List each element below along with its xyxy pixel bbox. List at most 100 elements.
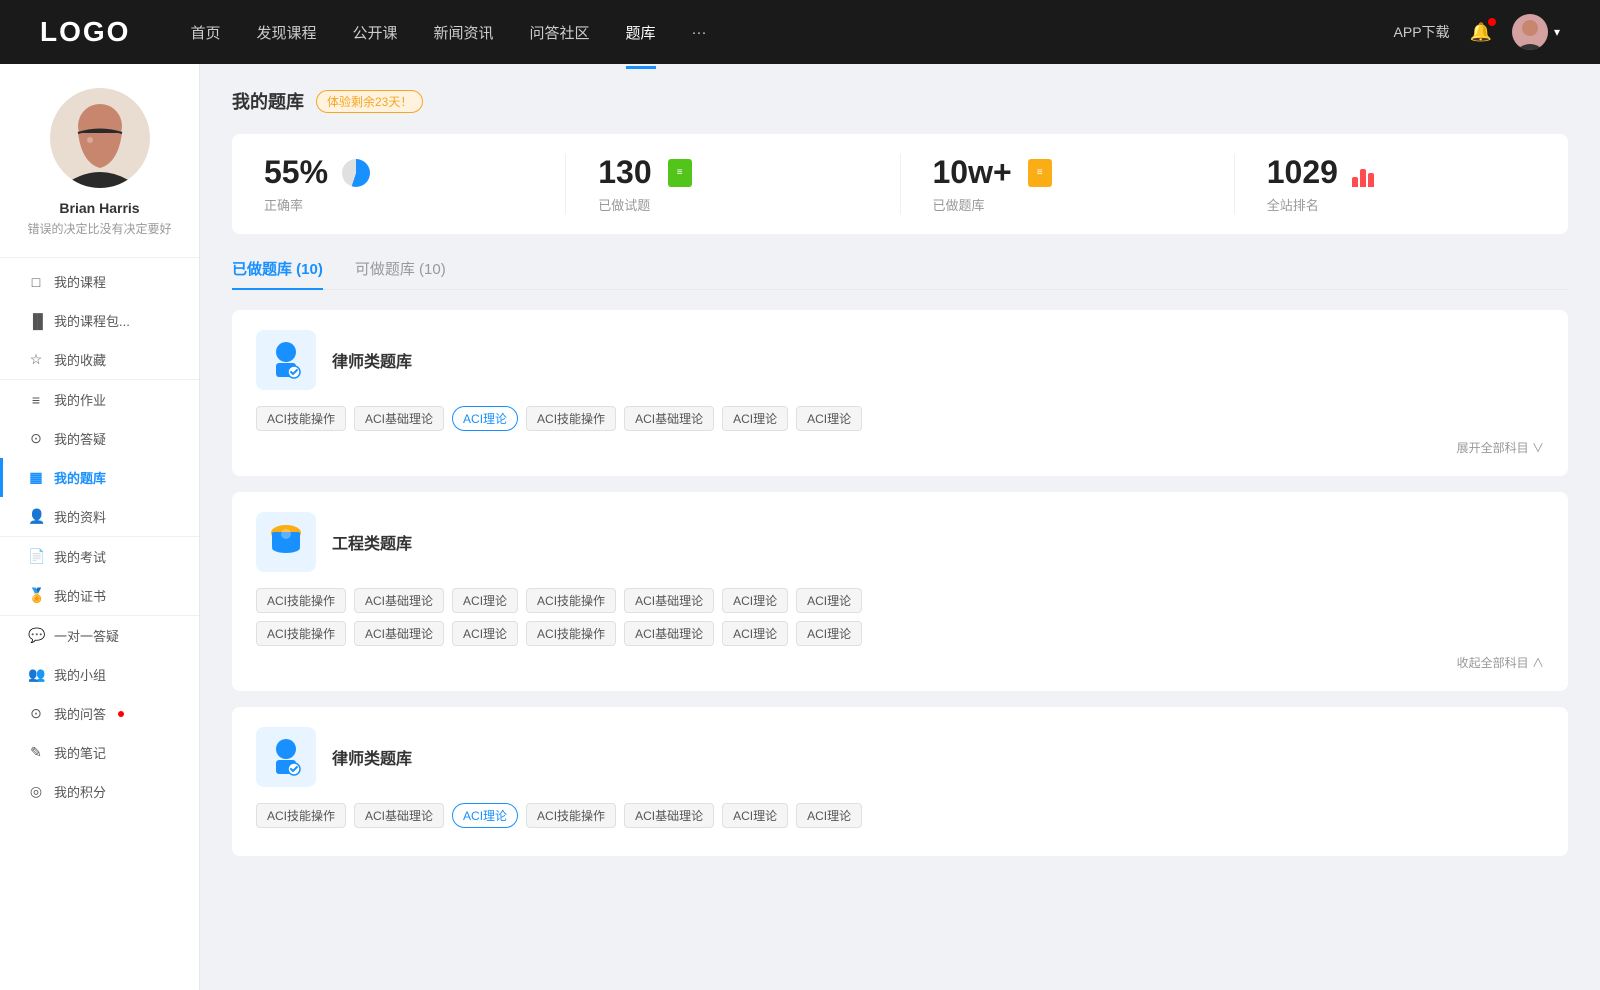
tab-available-banks[interactable]: 可做题库 (10) bbox=[355, 258, 446, 289]
law2-tag-6[interactable]: ACI理论 bbox=[796, 803, 862, 828]
engineer-svg-icon bbox=[264, 520, 308, 564]
done-q-icon: ≡ bbox=[664, 157, 696, 189]
ranking-icon bbox=[1350, 157, 1382, 189]
section-title-row: 我的题库 体验剩余23天！ bbox=[232, 88, 1568, 114]
sidebar-item-label: 我的题库 bbox=[54, 468, 106, 487]
stat-ranking: 1029 全站排名 bbox=[1235, 154, 1568, 214]
sidebar-item-my-favorites[interactable]: ☆ 我的收藏 bbox=[0, 340, 199, 379]
stat-accuracy: 55% 正确率 bbox=[232, 154, 566, 214]
logo[interactable]: LOGO bbox=[40, 16, 130, 48]
sidebar-item-my-profile[interactable]: 👤 我的资料 bbox=[0, 497, 199, 536]
law2-tag-0[interactable]: ACI技能操作 bbox=[256, 803, 346, 828]
bar3 bbox=[1368, 173, 1374, 187]
page-layout: Brian Harris 错误的决定比没有决定要好 □ 我的课程 ▐▌ 我的课程… bbox=[0, 0, 1600, 990]
sidebar-item-my-qa[interactable]: ⊙ 我的答疑 bbox=[0, 419, 199, 458]
stat-done-banks-value: 10w+ bbox=[933, 154, 1012, 191]
bar2 bbox=[1360, 169, 1366, 187]
expand-lawyer-1[interactable]: 展开全部科目 ∨ bbox=[256, 439, 1544, 456]
eng-tag-10[interactable]: ACI技能操作 bbox=[526, 621, 616, 646]
eng-tag-1[interactable]: ACI基础理论 bbox=[354, 588, 444, 613]
done-banks-icon: ≡ bbox=[1024, 157, 1056, 189]
notification-badge bbox=[1488, 18, 1496, 26]
main-content: 我的题库 体验剩余23天！ 55% 正确率 130 ≡ bbox=[200, 64, 1600, 990]
nav-more[interactable]: ··· bbox=[692, 20, 707, 45]
sidebar: Brian Harris 错误的决定比没有决定要好 □ 我的课程 ▐▌ 我的课程… bbox=[0, 64, 200, 990]
stat-accuracy-value: 55% bbox=[264, 154, 328, 191]
user-name: Brian Harris bbox=[59, 200, 139, 216]
accuracy-pie-icon bbox=[340, 157, 372, 189]
eng-tag-7[interactable]: ACI技能操作 bbox=[256, 621, 346, 646]
sidebar-item-my-questions[interactable]: ⊙ 我的问答 bbox=[0, 694, 199, 733]
homework-icon: ≡ bbox=[28, 392, 44, 408]
law2-tag-3[interactable]: ACI技能操作 bbox=[526, 803, 616, 828]
eng-tag-6[interactable]: ACI理论 bbox=[796, 588, 862, 613]
notes-icon: ✎ bbox=[28, 744, 44, 761]
tag-5[interactable]: ACI理论 bbox=[722, 406, 788, 431]
bank-icon-lawyer-1 bbox=[256, 330, 316, 390]
eng-tag-8[interactable]: ACI基础理论 bbox=[354, 621, 444, 646]
course-icon: □ bbox=[28, 274, 44, 290]
tag-6[interactable]: ACI理论 bbox=[796, 406, 862, 431]
sidebar-item-label: 我的考试 bbox=[54, 547, 106, 566]
bank-icon-lawyer-2 bbox=[256, 727, 316, 787]
eng-tag-3[interactable]: ACI技能操作 bbox=[526, 588, 616, 613]
stat-ranking-label: 全站排名 bbox=[1267, 195, 1319, 214]
tab-done-banks[interactable]: 已做题库 (10) bbox=[232, 258, 323, 289]
law2-tag-2-selected[interactable]: ACI理论 bbox=[452, 803, 518, 828]
nav-discover[interactable]: 发现课程 bbox=[256, 18, 316, 47]
law2-tag-4[interactable]: ACI基础理论 bbox=[624, 803, 714, 828]
sidebar-item-my-homework[interactable]: ≡ 我的作业 bbox=[0, 380, 199, 419]
sidebar-item-label: 我的证书 bbox=[54, 586, 106, 605]
eng-tag-2[interactable]: ACI理论 bbox=[452, 588, 518, 613]
top-navigation: LOGO 首页 发现课程 公开课 新闻资讯 问答社区 题库 ··· APP下载 … bbox=[0, 0, 1600, 64]
nav-opencourse[interactable]: 公开课 bbox=[352, 18, 397, 47]
nav-home[interactable]: 首页 bbox=[190, 18, 220, 47]
nav-question-bank[interactable]: 题库 bbox=[626, 18, 656, 47]
sidebar-item-1on1[interactable]: 💬 一对一答疑 bbox=[0, 616, 199, 655]
eng-tag-5[interactable]: ACI理论 bbox=[722, 588, 788, 613]
bank-header-lawyer-1: 律师类题库 bbox=[256, 330, 1544, 390]
sidebar-item-my-course[interactable]: □ 我的课程 bbox=[0, 262, 199, 301]
sidebar-item-my-points[interactable]: ◎ 我的积分 bbox=[0, 772, 199, 811]
tabs-row: 已做题库 (10) 可做题库 (10) bbox=[232, 258, 1568, 290]
tag-4[interactable]: ACI基础理论 bbox=[624, 406, 714, 431]
tag-1[interactable]: ACI基础理论 bbox=[354, 406, 444, 431]
tag-0[interactable]: ACI技能操作 bbox=[256, 406, 346, 431]
sidebar-item-label: 我的小组 bbox=[54, 665, 106, 684]
eng-tag-9[interactable]: ACI理论 bbox=[452, 621, 518, 646]
user-avatar-nav[interactable]: ▾ bbox=[1512, 14, 1560, 50]
profile-icon: 👤 bbox=[28, 508, 44, 525]
stat-done-q-label: 已做试题 bbox=[598, 195, 650, 214]
eng-tag-11[interactable]: ACI基础理论 bbox=[624, 621, 714, 646]
bar-chart-icon bbox=[1352, 159, 1380, 187]
tag-2-selected[interactable]: ACI理论 bbox=[452, 406, 518, 431]
doc-yellow-icon: ≡ bbox=[1028, 159, 1052, 187]
law2-tag-5[interactable]: ACI理论 bbox=[722, 803, 788, 828]
eng-tag-12[interactable]: ACI理论 bbox=[722, 621, 788, 646]
sidebar-item-my-group[interactable]: 👥 我的小组 bbox=[0, 655, 199, 694]
nav-news[interactable]: 新闻资讯 bbox=[434, 18, 494, 47]
bar1 bbox=[1352, 177, 1358, 187]
app-download-link[interactable]: APP下载 bbox=[1394, 22, 1450, 42]
sidebar-item-my-bank[interactable]: ▦ 我的题库 bbox=[0, 458, 199, 497]
eng-tag-13[interactable]: ACI理论 bbox=[796, 621, 862, 646]
sidebar-item-my-cert[interactable]: 🏅 我的证书 bbox=[0, 576, 199, 615]
favorites-icon: ☆ bbox=[28, 351, 44, 368]
tag-3[interactable]: ACI技能操作 bbox=[526, 406, 616, 431]
bank-card-lawyer-2: 律师类题库 ACI技能操作 ACI基础理论 ACI理论 ACI技能操作 ACI基… bbox=[232, 707, 1568, 856]
stat-done-q-value-row: 130 ≡ bbox=[598, 154, 695, 191]
nav-qa[interactable]: 问答社区 bbox=[530, 18, 590, 47]
collapse-engineer[interactable]: 收起全部科目 ∧ bbox=[256, 654, 1544, 671]
tags-row-engineer-1: ACI技能操作 ACI基础理论 ACI理论 ACI技能操作 ACI基础理论 AC… bbox=[256, 588, 1544, 613]
sidebar-item-my-course-pack[interactable]: ▐▌ 我的课程包... bbox=[0, 301, 199, 340]
sidebar-item-my-exam[interactable]: 📄 我的考试 bbox=[0, 537, 199, 576]
notification-bell[interactable]: 🔔 bbox=[1470, 22, 1492, 43]
bank-card-lawyer-1: 律师类题库 ACI技能操作 ACI基础理论 ACI理论 ACI技能操作 ACI基… bbox=[232, 310, 1568, 476]
stat-done-q-value: 130 bbox=[598, 154, 651, 191]
eng-tag-4[interactable]: ACI基础理论 bbox=[624, 588, 714, 613]
eng-tag-0[interactable]: ACI技能操作 bbox=[256, 588, 346, 613]
law2-tag-1[interactable]: ACI基础理论 bbox=[354, 803, 444, 828]
avatar-image bbox=[1512, 14, 1548, 50]
bank-header-lawyer-2: 律师类题库 bbox=[256, 727, 1544, 787]
sidebar-item-my-notes[interactable]: ✎ 我的笔记 bbox=[0, 733, 199, 772]
